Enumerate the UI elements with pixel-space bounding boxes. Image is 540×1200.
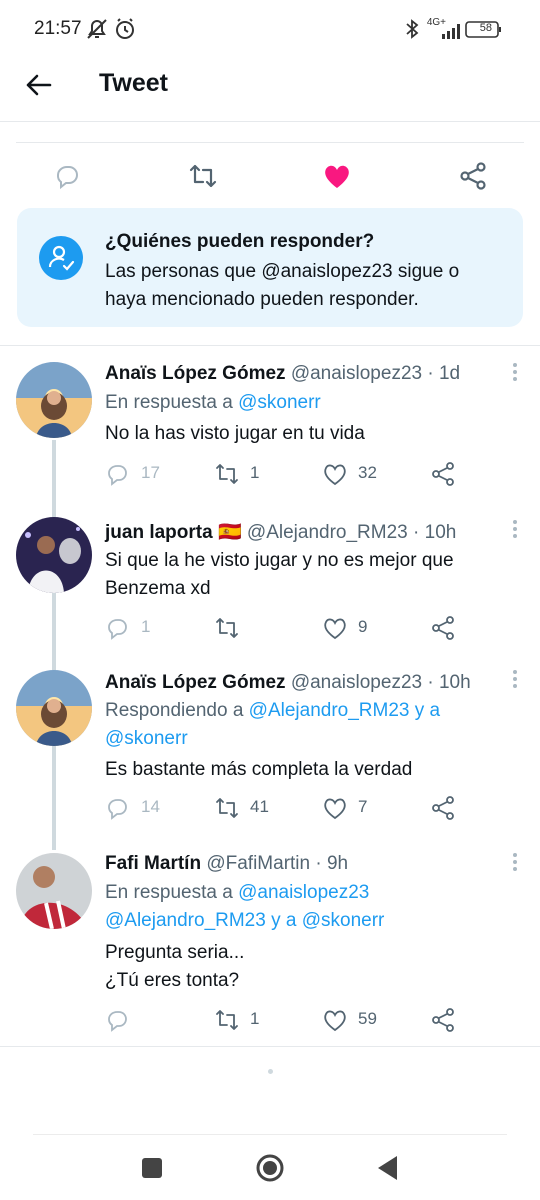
like-button[interactable] [322,161,352,191]
avatar[interactable] [16,853,92,929]
network-type: 4G+ [426,17,446,28]
square-icon [142,1158,162,1178]
reply-icon [56,166,78,190]
like-count: 32 [358,463,377,482]
reply-icon [108,619,127,640]
retweet-icon [216,798,238,818]
reply-count: 14 [141,797,160,816]
mention-link[interactable]: @anaislopez23 [238,882,369,903]
spain-flag-icon: 🇪🇸 [217,522,242,543]
tweet-text: Si que la he visto jugar y no es mejor q… [105,550,454,571]
mention-link[interactable]: @skonerr [238,392,321,413]
mention-link[interactable]: @skonerr [105,727,188,751]
tweet-text: ¿Tú eres tonta? [105,970,240,991]
who-can-reply-card: ¿Quiénes pueden responder? Las personas … [17,208,523,327]
retweet-count: 1 [250,463,260,482]
tweet-reply-3[interactable]: Anaïs López Gómez @anaislopez23 · 10h Re… [0,656,540,839]
page-title: Tweet [99,69,168,97]
loading-indicator [268,1069,273,1074]
reply-card-text: Las personas que @anaislopez23 sigue o h… [105,261,460,310]
heart-icon [324,464,346,486]
like-count: 9 [358,617,368,636]
share-icon [432,796,454,820]
tweet-time: · 9h [315,853,349,874]
share-icon [432,616,454,640]
more-options-icon[interactable] [512,519,518,539]
more-options-icon[interactable] [512,669,518,689]
like-count: 59 [358,1009,377,1028]
heart-icon [324,1010,346,1032]
retweet-button[interactable] [188,161,218,191]
status-time: 21:57 [34,18,82,39]
triangle-back-icon [378,1156,397,1180]
retweet-count: 1 [250,1009,260,1028]
reply-icon [108,465,127,486]
nav-back-button[interactable] [372,1152,404,1184]
reply-context-label: Respondiendo a [105,700,244,721]
tweet-time: · 1d [427,363,461,384]
back-button[interactable] [24,70,54,100]
top-bar: Tweet [0,58,540,122]
display-name[interactable]: Fafi Martín [105,853,201,874]
tweet-reply-2[interactable]: juan laporta 🇪🇸 @Alejandro_RM23 · 10h Si… [0,501,540,656]
reply-context-label: En respuesta a [105,882,233,903]
arrow-left-icon [26,74,52,96]
handle[interactable]: @anaislopez23 [291,672,422,693]
handle[interactable]: @FafiMartin [206,853,310,874]
avatar[interactable] [16,670,92,746]
reply-count: 17 [141,463,160,482]
nav-divider [33,1134,507,1135]
mention-link[interactable]: @Alejandro_RM23 y a @skonerr [105,909,384,933]
reply-card-title: ¿Quiénes pueden responder? [105,231,375,252]
handle[interactable]: @Alejandro_RM23 [247,522,408,543]
mention-user-icon [39,236,83,280]
more-options-icon[interactable] [512,362,518,382]
more-options-icon[interactable] [512,852,518,872]
share-icon [460,162,486,190]
share-button[interactable] [458,161,488,191]
tweet-reply-1[interactable]: Anaïs López Gómez @anaislopez23 · 1d En … [0,346,540,501]
retweet-icon [189,164,217,188]
circle-icon [256,1154,284,1182]
reply-icon [108,799,127,820]
muted-bell-icon [87,19,107,39]
alarm-icon [116,18,134,39]
retweet-icon [216,618,238,638]
share-icon [432,1008,454,1032]
avatar[interactable] [16,362,92,438]
heart-icon [324,798,346,820]
avatar[interactable] [16,517,92,593]
tweet-time: · 10h [427,672,471,693]
bluetooth-icon [406,19,419,39]
tweet-text: Pregunta seria... [105,942,245,963]
battery-level: 58 [479,22,492,34]
tweet-time: · 10h [413,522,457,543]
retweet-icon [216,1010,238,1030]
retweet-icon [216,464,238,484]
handle[interactable]: @anaislopez23 [291,363,422,384]
home-button[interactable] [254,1152,286,1184]
reply-icon [108,1011,127,1032]
status-bar: 21:57 4G+ 58 [0,0,540,58]
tweet-action-row [16,142,524,208]
tweet-text: Es bastante más completa la verdad [105,759,413,780]
display-name[interactable]: Anaïs López Gómez [105,363,286,384]
reply-button[interactable] [52,161,82,191]
status-left-icons [86,17,142,46]
heart-filled-icon [325,165,349,188]
reply-context-label: En respuesta a [105,392,233,413]
tweet-text: No la has visto jugar en tu vida [105,423,365,444]
mention-link[interactable]: @Alejandro_RM23 y a [249,700,440,721]
retweet-count: 41 [250,797,269,816]
tweet-text: Benzema xd [105,578,211,599]
reply-count: 1 [141,617,151,636]
display-name[interactable]: juan laporta [105,522,213,543]
recents-button[interactable] [136,1152,168,1184]
share-icon [432,462,454,486]
tweet-reply-4[interactable]: Fafi Martín @FafiMartin · 9h En respuest… [0,839,540,1044]
like-count: 7 [358,797,368,816]
display-name[interactable]: Anaïs López Gómez [105,672,286,693]
heart-icon [324,618,346,640]
divider [0,1046,540,1047]
